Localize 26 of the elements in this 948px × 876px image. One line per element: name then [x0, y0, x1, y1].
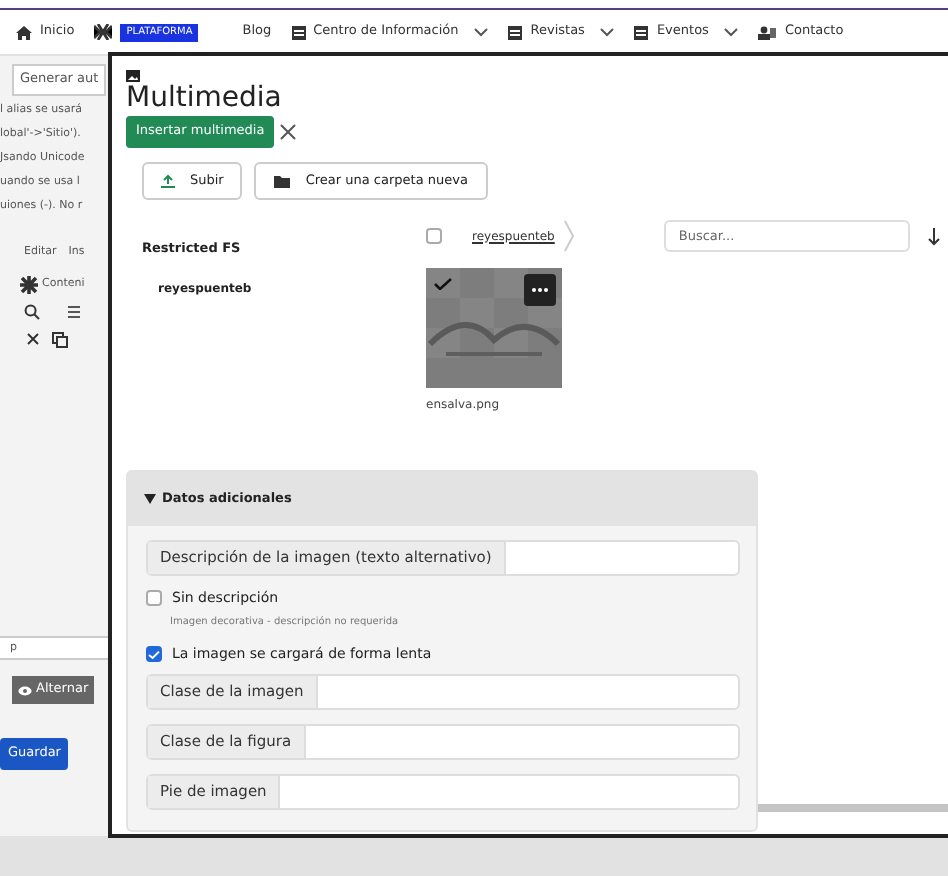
- people-icon: [758, 25, 777, 39]
- chevron-down-icon: [600, 27, 615, 37]
- chevron-right-icon: [564, 220, 575, 252]
- copy-icon[interactable]: [52, 332, 68, 348]
- eye-icon: [18, 685, 32, 695]
- close-icon[interactable]: [280, 124, 297, 140]
- chevron-down-icon: [724, 27, 739, 37]
- checkbox[interactable]: [146, 646, 162, 663]
- sort-arrow-icon[interactable]: [928, 227, 941, 245]
- dialog-title: Multimedia: [126, 82, 284, 116]
- caret-down-icon: [144, 494, 156, 504]
- folder-icon: [273, 175, 290, 187]
- chevron-down-icon: [474, 27, 489, 37]
- checkbox[interactable]: [426, 228, 442, 244]
- document-icon: [508, 25, 523, 39]
- cut-icon[interactable]: [26, 332, 40, 346]
- upload-icon: [160, 174, 176, 188]
- more-button[interactable]: [524, 274, 556, 306]
- document-icon: [291, 25, 306, 39]
- search-icon[interactable]: [24, 304, 40, 320]
- checkbox[interactable]: [146, 590, 162, 607]
- image-icon: [126, 70, 140, 82]
- home-icon: [16, 25, 32, 39]
- document-icon: [634, 25, 649, 39]
- checkmark-icon: [434, 278, 452, 290]
- list-icon[interactable]: [64, 304, 80, 320]
